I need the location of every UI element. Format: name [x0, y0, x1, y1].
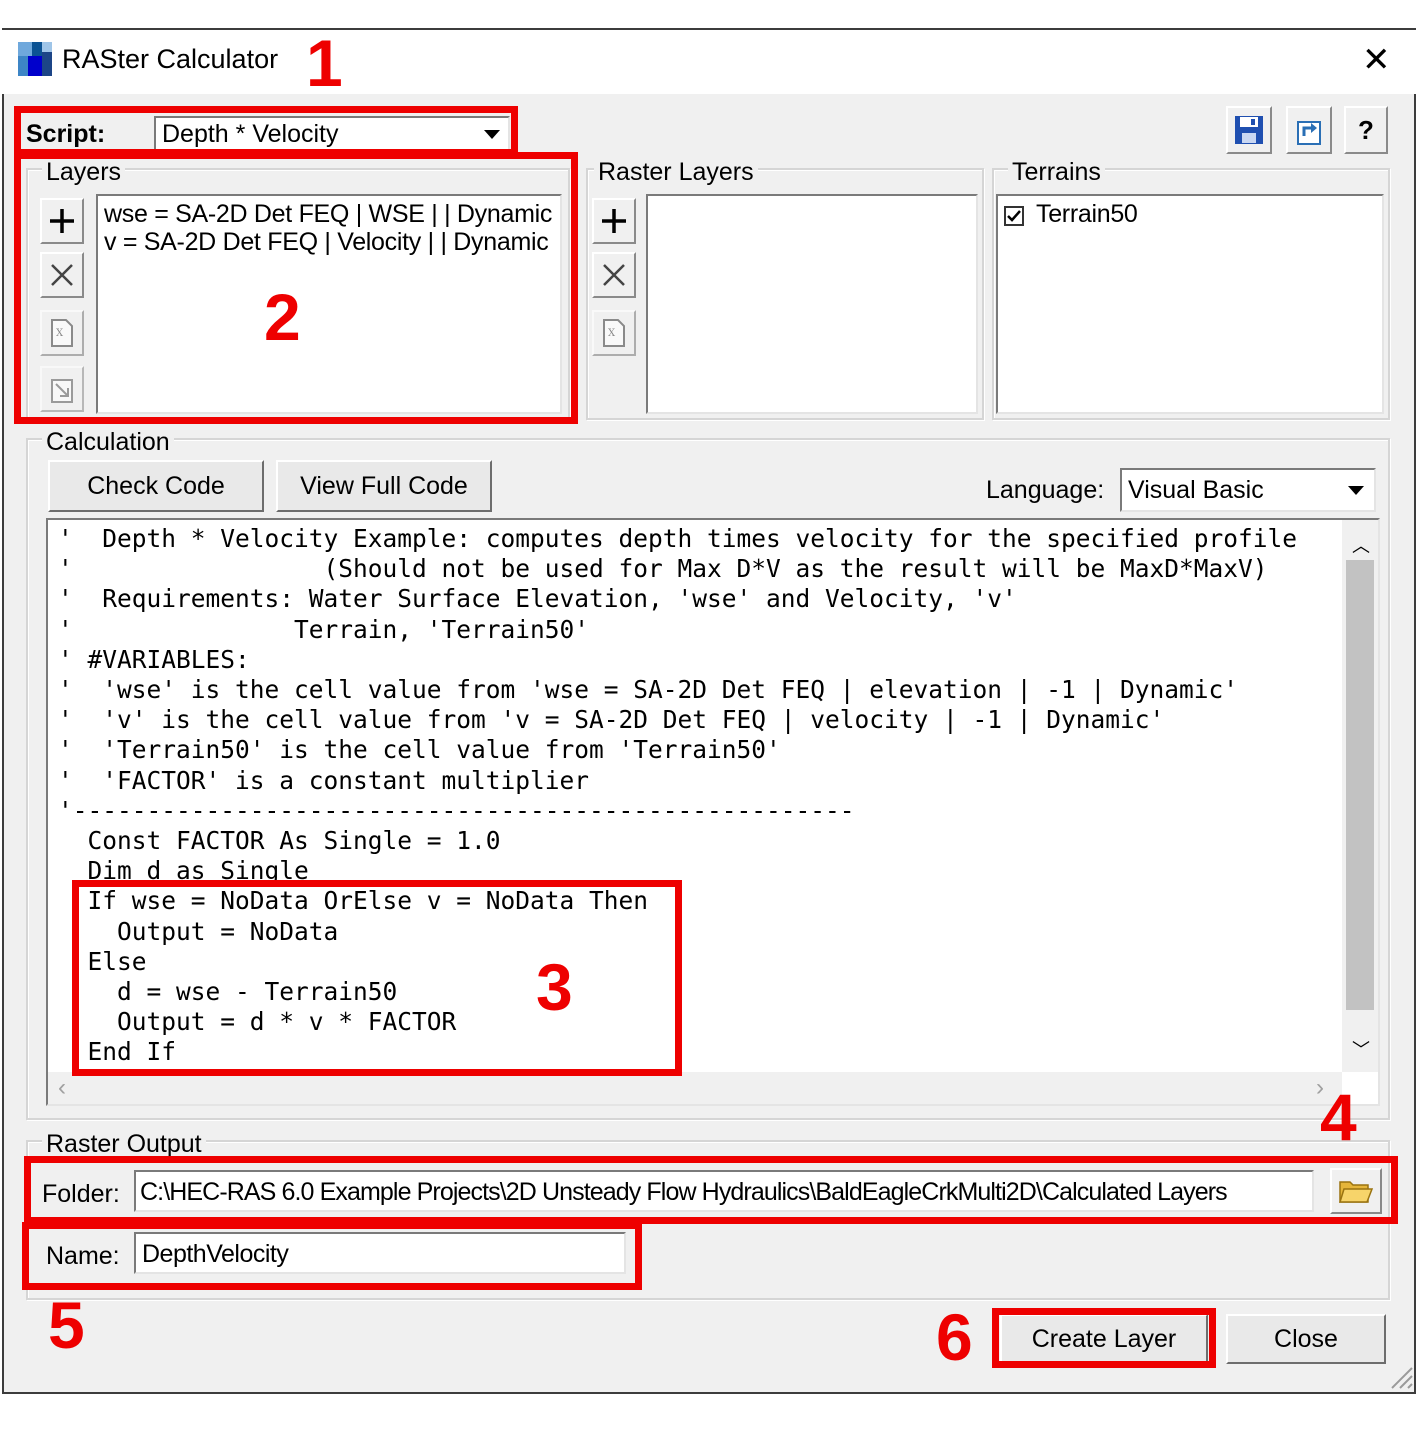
code-line: ' Depth * Velocity Example: computes dep…: [58, 524, 1298, 553]
terrain-item-label: Terrain50: [1036, 200, 1138, 228]
code-line: Const FACTOR As Single = 1.0: [58, 826, 501, 856]
svg-text:X: X: [608, 328, 616, 339]
remove-raster-layer-button[interactable]: [592, 252, 636, 298]
scroll-left-icon[interactable]: ‹: [58, 1074, 66, 1102]
close-window-icon[interactable]: ✕: [1362, 40, 1391, 80]
code-line: ' Terrain, 'Terrain50': [58, 614, 590, 644]
code-line: ' 'v' is the cell value from 'v = SA-2D …: [58, 705, 1165, 735]
code-line: ' #VARIABLES:: [58, 644, 250, 674]
code-line: ' 'Terrain50' is the cell value from 'Te…: [58, 735, 781, 765]
annotation-number-4: 4: [1320, 1080, 1357, 1154]
help-button[interactable]: ?: [1344, 106, 1388, 154]
annotation-number-5: 5: [48, 1288, 85, 1362]
checkmark-icon: [1007, 210, 1021, 222]
annotation-number-2: 2: [264, 280, 301, 354]
annotation-number-1: 1: [306, 26, 343, 100]
calculation-title: Calculation: [42, 428, 174, 456]
annotation-box-4: [24, 1156, 1398, 1224]
edit-raster-layer-button[interactable]: X: [592, 310, 636, 356]
annotation-number-3: 3: [536, 950, 573, 1024]
code-line: ' Requirements: Water Surface Elevation,…: [58, 584, 1017, 614]
terrain-checkbox[interactable]: [1004, 206, 1024, 226]
delete-x-icon: [603, 264, 625, 286]
raster-layers-title: Raster Layers: [594, 158, 758, 186]
raster-output-title: Raster Output: [42, 1130, 206, 1158]
save-script-button[interactable]: [1226, 106, 1272, 154]
annotation-number-6: 6: [936, 1300, 973, 1374]
code-line: ' (Should not be used for Max D*V as the…: [58, 554, 1268, 584]
restore-icon: [1297, 121, 1321, 145]
terrains-list[interactable]: Terrain50: [996, 194, 1384, 414]
chevron-down-icon[interactable]: [1340, 474, 1372, 506]
language-dropdown[interactable]: Visual Basic: [1120, 468, 1376, 512]
check-code-button[interactable]: Check Code: [48, 460, 264, 512]
window-title: RASter Calculator: [62, 44, 279, 74]
scrollbar-thumb[interactable]: [1346, 560, 1374, 1010]
code-line: ' 'FACTOR' is a constant multiplier: [58, 765, 590, 795]
scroll-down-icon[interactable]: ﹀: [1352, 1036, 1370, 1062]
annotation-box-1: [14, 106, 518, 156]
app-icon: [18, 42, 52, 76]
view-full-code-button[interactable]: View Full Code: [276, 460, 492, 512]
add-raster-layer-button[interactable]: [592, 198, 636, 244]
vertical-scrollbar[interactable]: ︿ ﹀: [1342, 520, 1378, 1072]
language-label: Language:: [986, 476, 1105, 504]
document-icon: X: [603, 319, 625, 347]
code-line: ' 'wse' is the cell value from 'wse = SA…: [58, 675, 1239, 705]
close-button[interactable]: Close: [1226, 1314, 1386, 1364]
annotation-box-5: [22, 1222, 642, 1290]
floppy-disk-icon: [1235, 116, 1263, 144]
raster-layers-list[interactable]: [646, 194, 978, 414]
horizontal-scrollbar[interactable]: ‹ ›: [48, 1072, 1342, 1104]
annotation-box-3: [72, 880, 682, 1076]
plus-icon: [602, 209, 626, 233]
annotation-box-6: [992, 1308, 1216, 1368]
code-line: '---------------------------------------…: [58, 795, 855, 825]
terrains-title: Terrains: [1008, 158, 1105, 186]
language-value: Visual Basic: [1128, 476, 1264, 504]
scroll-up-icon[interactable]: ︿: [1352, 532, 1370, 558]
resize-grip-icon[interactable]: [1386, 1362, 1414, 1390]
restore-script-button[interactable]: [1286, 106, 1332, 154]
